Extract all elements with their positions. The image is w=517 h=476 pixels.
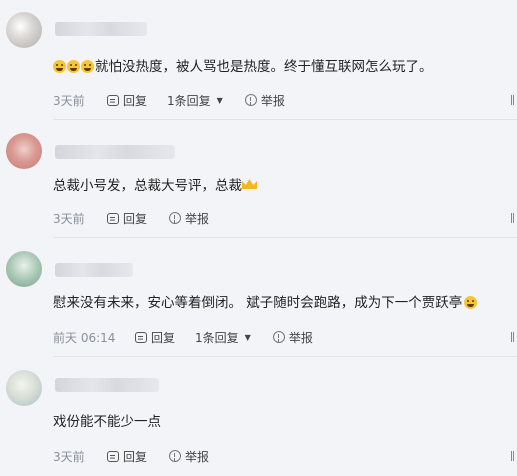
reply-count-label: 1条回复	[167, 93, 211, 108]
report-icon	[169, 212, 182, 224]
crown-emoji	[242, 179, 257, 189]
avatar[interactable]	[6, 133, 42, 169]
report-button[interactable]: 举报	[169, 210, 209, 227]
reply-label: 回复	[151, 330, 176, 345]
more-options-icon[interactable]	[511, 451, 514, 461]
laugh-cry-emoji	[67, 60, 80, 73]
caret-down-icon: ▼	[216, 95, 223, 105]
reply-count-toggle[interactable]: 1条回复 ▼	[167, 92, 223, 109]
reply-icon	[135, 331, 147, 343]
reply-button[interactable]: 回复	[135, 329, 175, 346]
report-icon	[272, 331, 285, 343]
report-button[interactable]: 举报	[169, 448, 209, 465]
avatar[interactable]	[6, 12, 42, 48]
comment-time: 3天前	[53, 449, 85, 464]
comment-text: 总裁小号发，总裁大号评，总裁	[53, 177, 257, 195]
more-options-icon[interactable]	[511, 95, 514, 105]
divider	[53, 119, 517, 120]
divider	[53, 237, 517, 238]
comment-time: 前天 06:14	[53, 330, 116, 345]
caret-down-icon: ▼	[244, 332, 251, 342]
username-blurred[interactable]	[55, 22, 147, 36]
report-icon	[244, 94, 257, 106]
reply-count-label: 1条回复	[195, 330, 239, 345]
comment-meta: 3天前 回复 1条回复 ▼ 举报	[53, 91, 285, 109]
report-button[interactable]: 举报	[272, 329, 313, 346]
comment-text: 就怕没热度，被人骂也是热度。终于懂互联网怎么玩了。	[53, 58, 433, 76]
reply-icon	[107, 94, 119, 106]
more-options-icon[interactable]	[511, 332, 514, 342]
username-blurred[interactable]	[55, 378, 159, 392]
laugh-cry-emoji	[81, 60, 94, 73]
reply-label: 回复	[123, 211, 148, 226]
comment-text: 慰来没有未来，安心等着倒闭。 斌子随时会跑路，成为下一个贾跃亭	[53, 294, 478, 312]
report-icon	[169, 450, 182, 462]
comment-meta: 3天前 回复 举报	[53, 447, 209, 465]
reply-count-toggle[interactable]: 1条回复 ▼	[195, 329, 251, 346]
divider	[53, 356, 517, 357]
report-label: 举报	[260, 93, 285, 108]
thinking-emoji	[464, 296, 478, 309]
comment-time: 3天前	[53, 93, 85, 108]
reply-label: 回复	[123, 449, 148, 464]
reply-icon	[107, 212, 119, 224]
report-label: 举报	[185, 449, 210, 464]
report-button[interactable]: 举报	[244, 92, 285, 109]
reply-label: 回复	[123, 93, 148, 108]
reply-button[interactable]: 回复	[107, 210, 147, 227]
username-blurred[interactable]	[55, 145, 175, 159]
reply-button[interactable]: 回复	[107, 92, 147, 109]
laugh-cry-emoji	[53, 60, 66, 73]
comment-time: 3天前	[53, 211, 85, 226]
username-blurred[interactable]	[55, 263, 133, 277]
avatar[interactable]	[6, 370, 42, 406]
report-label: 举报	[288, 330, 313, 345]
comment-meta: 3天前 回复 举报	[53, 209, 209, 227]
avatar[interactable]	[6, 251, 42, 287]
reply-button[interactable]: 回复	[107, 448, 147, 465]
comment-text: 戏份能不能少一点	[53, 414, 161, 430]
report-label: 举报	[185, 211, 210, 226]
reply-icon	[107, 450, 119, 462]
comment-meta: 前天 06:14 回复 1条回复 ▼ 举报	[53, 328, 313, 346]
more-options-icon[interactable]	[511, 213, 514, 223]
